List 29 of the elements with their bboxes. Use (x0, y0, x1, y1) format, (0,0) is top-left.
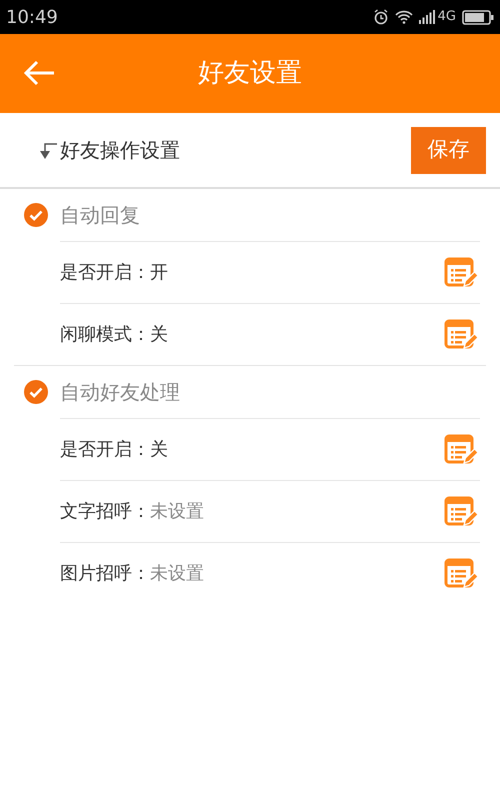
edit-list-icon[interactable] (444, 318, 480, 350)
setting-label: 闲聊模式： (60, 323, 150, 347)
page-title: 好友设置 (198, 57, 302, 90)
alarm-icon (372, 9, 389, 25)
setting-value: 关 (150, 323, 168, 347)
edit-list-icon[interactable] (444, 558, 480, 590)
back-arrow-icon (24, 60, 56, 86)
setting-value: 开 (150, 261, 168, 285)
edit-list-icon[interactable] (444, 256, 480, 288)
battery-icon (462, 10, 494, 24)
section-title: 好友操作设置 (60, 137, 180, 164)
checked-circle-icon[interactable] (24, 203, 48, 227)
setting-label: 文字招呼： (60, 500, 150, 524)
setting-value: 未设置 (150, 562, 204, 586)
setting-value: 未设置 (150, 500, 204, 524)
network-type: 4G (438, 8, 456, 26)
setting-label: 图片招呼： (60, 562, 150, 586)
setting-label: 是否开启： (60, 261, 150, 285)
checked-circle-icon[interactable] (24, 380, 48, 404)
signal-icon (418, 10, 435, 24)
setting-label: 是否开启： (60, 438, 150, 462)
group-title: 自动回复 (60, 202, 140, 229)
group-title: 自动好友处理 (60, 379, 180, 406)
edit-list-icon[interactable] (444, 496, 480, 528)
setting-value: 关 (150, 438, 168, 462)
edit-list-icon[interactable] (444, 434, 480, 466)
save-button[interactable]: 保存 (411, 126, 486, 174)
status-time: 10:49 (6, 6, 58, 30)
wifi-icon (394, 10, 413, 24)
